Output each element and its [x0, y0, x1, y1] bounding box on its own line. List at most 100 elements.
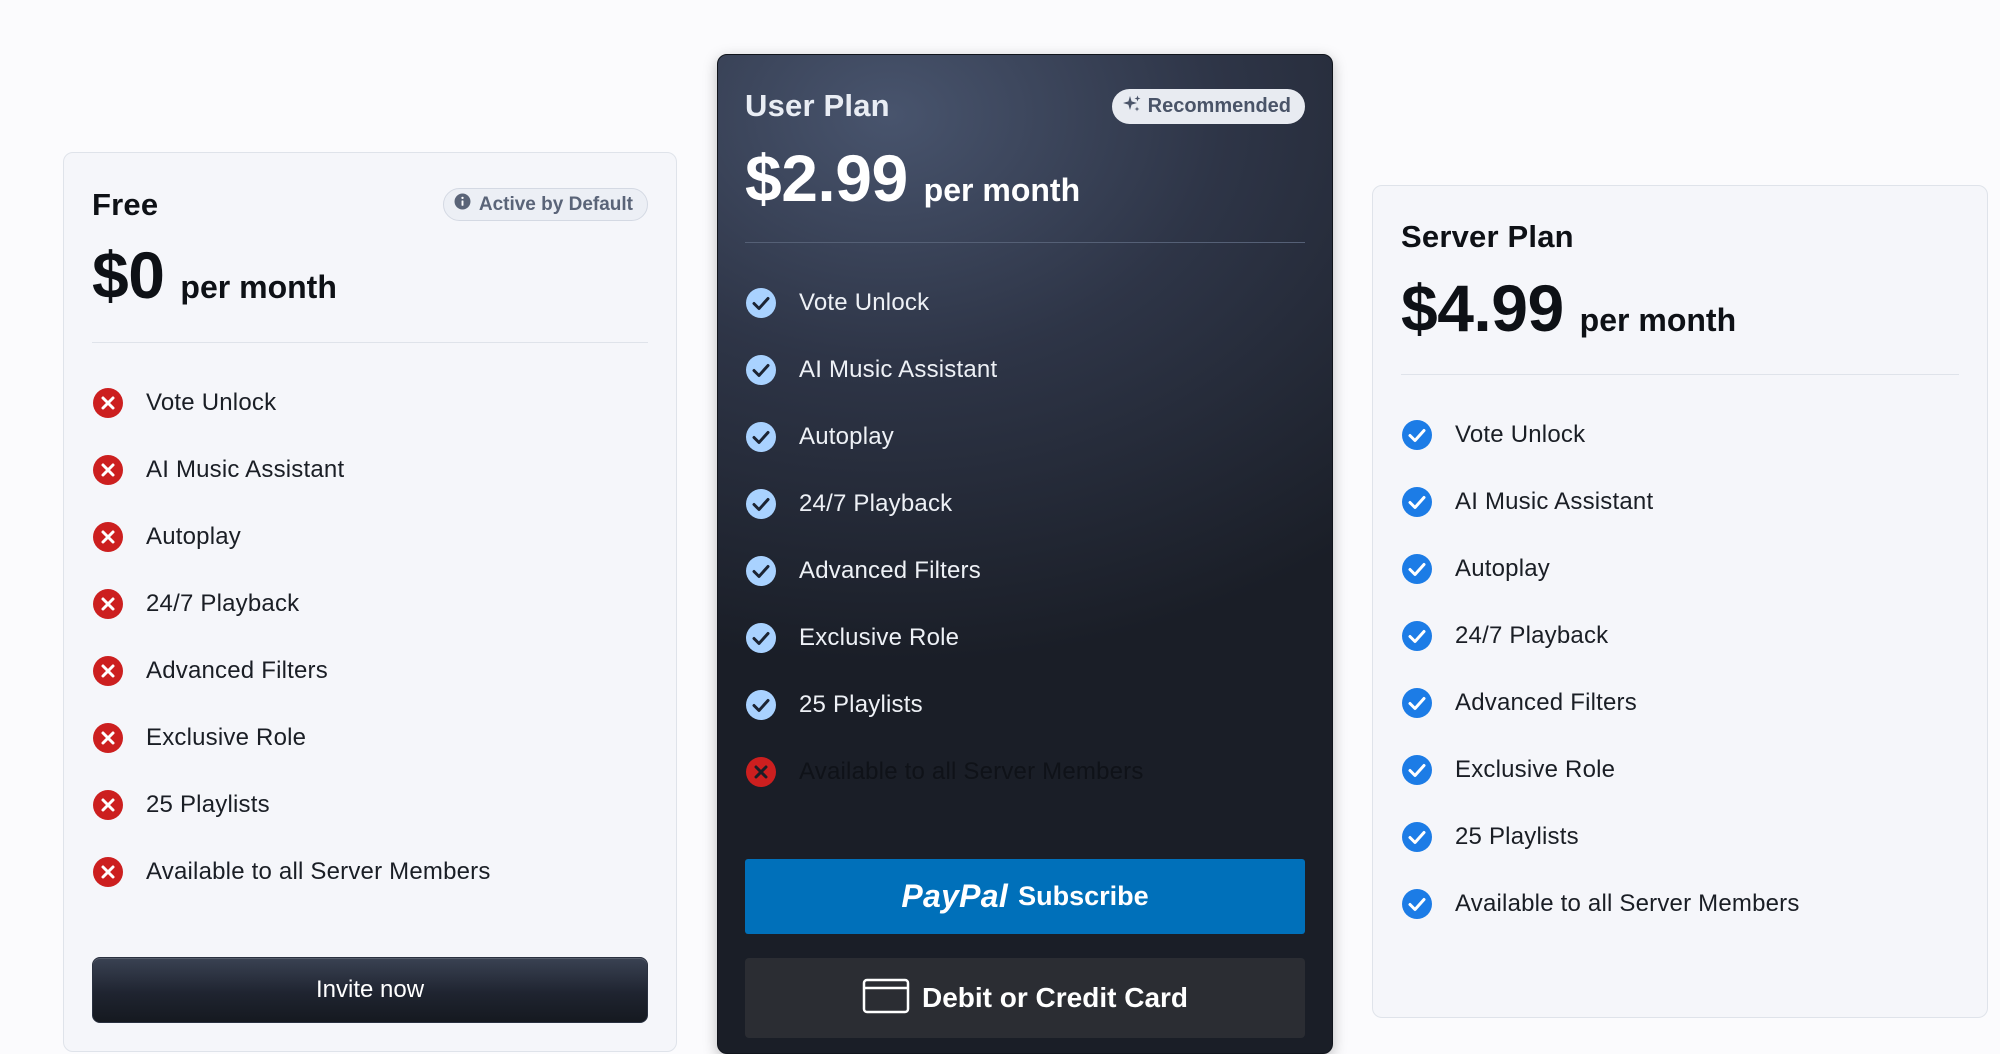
feature-item: Advanced Filters	[92, 637, 656, 704]
price-row: $2.99 per month	[745, 140, 1080, 216]
server-plan-card: Server Plan $4.99 per month Vote Unlock …	[1372, 185, 1988, 1018]
feature-label: 24/7 Playback	[799, 489, 953, 517]
feature-item: Autoplay	[92, 503, 656, 570]
check-circle-icon	[1401, 754, 1433, 786]
check-circle-icon	[1401, 620, 1433, 652]
feature-label: Exclusive Role	[1455, 755, 1616, 783]
feature-item: Vote Unlock	[92, 369, 656, 436]
feature-item: 25 Playlists	[1401, 803, 1967, 870]
badge-label: Recommended	[1147, 95, 1291, 117]
feature-label: Available to all Server Members	[146, 857, 491, 885]
feature-label: 25 Playlists	[1455, 822, 1579, 850]
divider	[745, 242, 1305, 243]
divider	[92, 342, 648, 343]
x-circle-icon	[745, 756, 777, 788]
user-plan-card: User Plan Recommended $2.99 per month Vo…	[717, 54, 1333, 1054]
x-circle-icon	[92, 655, 124, 687]
feature-item: Vote Unlock	[745, 269, 1312, 336]
feature-item: Available to all Server Members	[92, 838, 656, 905]
x-circle-icon	[92, 588, 124, 620]
feature-list: Vote Unlock AI Music Assistant Autoplay …	[1401, 401, 1967, 937]
plan-price: $0	[92, 238, 165, 312]
feature-item: Advanced Filters	[745, 537, 1312, 604]
feature-label: AI Music Assistant	[1455, 487, 1654, 515]
plan-price: $2.99	[745, 141, 908, 215]
feature-label: Vote Unlock	[799, 288, 930, 316]
feature-item: AI Music Assistant	[1401, 468, 1967, 535]
price-row: $4.99 per month	[1401, 270, 1736, 346]
feature-item: 24/7 Playback	[745, 470, 1312, 537]
divider	[1401, 374, 1959, 375]
check-circle-icon	[745, 689, 777, 721]
plan-price: $4.99	[1401, 271, 1564, 345]
feature-label: 25 Playlists	[146, 790, 270, 818]
x-circle-icon	[92, 454, 124, 486]
feature-label: AI Music Assistant	[799, 355, 998, 383]
check-circle-icon	[745, 421, 777, 453]
feature-label: Autoplay	[799, 422, 894, 450]
check-circle-icon	[1401, 553, 1433, 585]
feature-label: Available to all Server Members	[1455, 889, 1800, 917]
paypal-logo: PayPal	[901, 878, 1009, 914]
plan-title: Server Plan	[1401, 219, 1574, 254]
feature-label: Vote Unlock	[146, 388, 277, 416]
x-circle-icon	[92, 856, 124, 888]
feature-list: Vote Unlock AI Music Assistant Autoplay …	[92, 369, 656, 905]
feature-item: Exclusive Role	[1401, 736, 1967, 803]
plan-period: per month	[923, 172, 1081, 208]
feature-item: Available to all Server Members	[745, 738, 1312, 805]
feature-list: Vote Unlock AI Music Assistant Autoplay …	[745, 269, 1312, 805]
feature-label: 24/7 Playback	[146, 589, 300, 617]
check-circle-icon	[1401, 486, 1433, 518]
free-plan-card: Free Active by Default $0 per month Vote…	[63, 152, 677, 1052]
feature-label: AI Music Assistant	[146, 455, 345, 483]
feature-item: Advanced Filters	[1401, 669, 1967, 736]
check-circle-icon	[1401, 687, 1433, 719]
feature-label: Advanced Filters	[146, 656, 328, 684]
check-circle-icon	[745, 622, 777, 654]
x-circle-icon	[92, 521, 124, 553]
feature-item: 24/7 Playback	[1401, 602, 1967, 669]
feature-item: 25 Playlists	[745, 671, 1312, 738]
feature-label: 24/7 Playback	[1455, 621, 1609, 649]
feature-label: Available to all Server Members	[799, 757, 1144, 785]
feature-item: Available to all Server Members	[1401, 870, 1967, 937]
check-circle-icon	[745, 287, 777, 319]
feature-item: Exclusive Role	[745, 604, 1312, 671]
card-button-label: Debit or Credit Card	[921, 982, 1189, 1013]
feature-item: Autoplay	[745, 403, 1312, 470]
feature-label: Exclusive Role	[799, 623, 960, 651]
feature-item: AI Music Assistant	[745, 336, 1312, 403]
check-circle-icon	[745, 488, 777, 520]
feature-item: AI Music Assistant	[92, 436, 656, 503]
active-by-default-badge: Active by Default	[442, 188, 648, 221]
feature-label: Autoplay	[146, 522, 241, 550]
info-icon	[454, 193, 471, 216]
check-circle-icon	[745, 555, 777, 587]
feature-item: Exclusive Role	[92, 704, 656, 771]
feature-label: Autoplay	[1455, 554, 1550, 582]
plan-period: per month	[1579, 302, 1737, 338]
feature-item: 24/7 Playback	[92, 570, 656, 637]
feature-label: 25 Playlists	[799, 690, 923, 718]
invite-now-button[interactable]: Invite now	[92, 957, 648, 1023]
feature-label: Exclusive Role	[146, 723, 307, 751]
feature-label: Vote Unlock	[1455, 420, 1586, 448]
badge-label: Active by Default	[478, 193, 633, 215]
feature-item: Autoplay	[1401, 535, 1967, 602]
paypal-subscribe-label: Subscribe	[1018, 881, 1149, 911]
credit-card-icon	[862, 978, 910, 1019]
check-circle-icon	[745, 354, 777, 386]
recommended-badge: Recommended	[1111, 89, 1305, 124]
check-circle-icon	[1401, 821, 1433, 853]
plan-title: Free	[92, 187, 159, 222]
feature-item: 25 Playlists	[92, 771, 656, 838]
x-circle-icon	[92, 387, 124, 419]
debit-credit-card-button[interactable]: Debit or Credit Card	[745, 958, 1305, 1038]
x-circle-icon	[92, 722, 124, 754]
paypal-subscribe-button[interactable]: PayPal Subscribe	[745, 859, 1305, 934]
feature-label: Advanced Filters	[1455, 688, 1637, 716]
feature-label: Advanced Filters	[799, 556, 981, 584]
plan-period: per month	[180, 269, 337, 305]
feature-item: Vote Unlock	[1401, 401, 1967, 468]
